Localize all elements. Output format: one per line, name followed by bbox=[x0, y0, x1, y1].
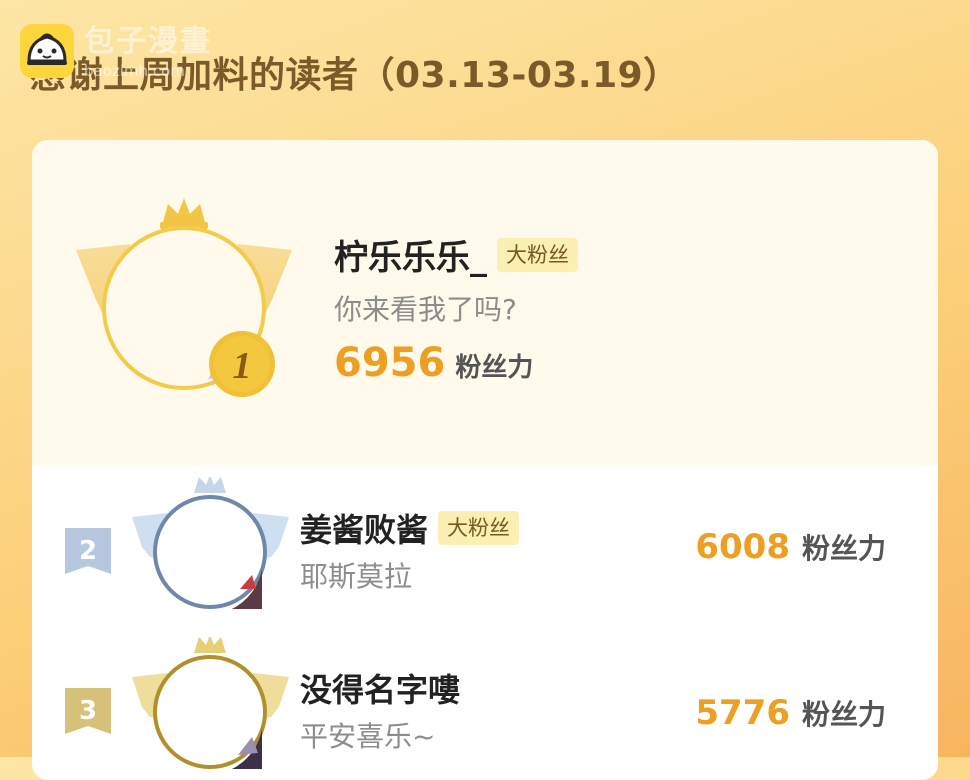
score-value: 6008 bbox=[695, 527, 790, 567]
first-place-message: 你来看我了吗? bbox=[334, 293, 517, 326]
fan-badge: 大粉丝 bbox=[438, 511, 520, 545]
leaderboard-card: 1 柠乐乐乐_ 大粉丝 你来看我了吗? 6956 粉丝力 2 姜酱败酱 大粉丝 … bbox=[32, 140, 938, 780]
watermark-url: baozimh.com bbox=[84, 62, 185, 80]
score-unit: 粉丝力 bbox=[455, 353, 534, 383]
gold-crown-medal-icon: 1 bbox=[76, 198, 292, 397]
rank-number: 3 bbox=[78, 696, 98, 726]
first-place-score: 6956 粉丝力 bbox=[334, 340, 533, 386]
list-item[interactable]: 2 姜酱败酱 大粉丝 耶斯莫拉 6008 粉丝力 bbox=[32, 465, 938, 625]
baozi-logo-icon bbox=[20, 24, 74, 78]
watermark-site-name: 包子漫畫 bbox=[84, 24, 212, 59]
row-score: 6008 粉丝力 bbox=[695, 527, 886, 567]
rank-ribbon-icon: 3 bbox=[65, 688, 111, 734]
svg-text:1: 1 bbox=[233, 345, 252, 387]
bronze-crown-medal-icon bbox=[132, 637, 289, 769]
silver-crown-medal-icon bbox=[132, 477, 289, 609]
rank-number: 2 bbox=[78, 536, 98, 566]
row-score: 5776 粉丝力 bbox=[695, 693, 886, 733]
score-unit: 粉丝力 bbox=[801, 698, 886, 731]
score-value: 5776 bbox=[695, 693, 790, 733]
row-message: 耶斯莫拉 bbox=[300, 560, 413, 593]
first-place-section[interactable]: 1 柠乐乐乐_ 大粉丝 你来看我了吗? 6956 粉丝力 bbox=[32, 140, 938, 465]
fan-badge: 大粉丝 bbox=[497, 237, 578, 272]
score-value: 6956 bbox=[334, 340, 446, 386]
rank-ribbon-icon: 2 bbox=[65, 528, 111, 574]
row-name: 姜酱败酱 bbox=[300, 511, 429, 549]
row-message: 平安喜乐~ bbox=[300, 720, 436, 753]
score-unit: 粉丝力 bbox=[801, 532, 886, 565]
row-name: 没得名字嘍 bbox=[300, 671, 461, 709]
watermark: 包子漫畫 baozimh.com bbox=[20, 24, 212, 80]
first-place-name: 柠乐乐乐_ bbox=[334, 238, 487, 278]
